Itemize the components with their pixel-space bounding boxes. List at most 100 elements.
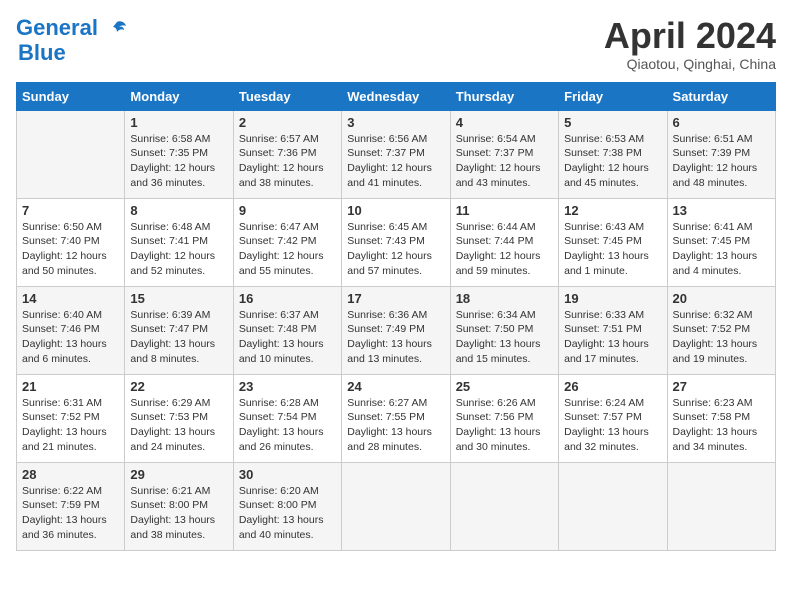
day-number: 9 [239,203,336,218]
logo-general: General [16,15,98,40]
day-number: 28 [22,467,119,482]
logo-blue-text: Blue [18,40,66,66]
week-row-5: 28 Sunrise: 6:22 AMSunset: 7:59 PMDayligh… [17,462,776,550]
day-number: 18 [456,291,553,306]
calendar-cell: 13 Sunrise: 6:41 AMSunset: 7:45 PMDayligh… [667,198,775,286]
logo: General Blue [16,16,128,66]
day-number: 7 [22,203,119,218]
calendar-cell: 19Sunrise: 6:33 AMSunset: 7:51 PMDayligh… [559,286,667,374]
month-title: April 2024 [604,16,776,56]
logo-text: General [16,16,128,40]
calendar-cell: 26Sunrise: 6:24 AMSunset: 7:57 PMDayligh… [559,374,667,462]
day-info: Sunrise: 6:36 AMSunset: 7:49 PMDaylight:… [347,308,444,367]
day-number: 15 [130,291,227,306]
day-info: Sunrise: 6:26 AMSunset: 7:56 PMDaylight:… [456,396,553,455]
day-info: Sunrise: 6:45 AMSunset: 7:43 PMDaylight:… [347,220,444,279]
day-info: Sunrise: 6:34 AMSunset: 7:50 PMDaylight:… [456,308,553,367]
calendar-cell: 5Sunrise: 6:53 AMSunset: 7:38 PMDaylight… [559,110,667,198]
day-info: Sunrise: 6:24 AMSunset: 7:57 PMDaylight:… [564,396,661,455]
day-info: Sunrise: 6:40 AMSunset: 7:46 PMDaylight:… [22,308,119,367]
day-info: Sunrise: 6:28 AMSunset: 7:54 PMDaylight:… [239,396,336,455]
calendar-cell: 8 Sunrise: 6:48 AMSunset: 7:41 PMDaylight… [125,198,233,286]
calendar-cell: 25 Sunrise: 6:26 AMSunset: 7:56 PMDayligh… [450,374,558,462]
day-info: Sunrise: 6:39 AMSunset: 7:47 PMDaylight:… [130,308,227,367]
calendar-cell: 20Sunrise: 6:32 AMSunset: 7:52 PMDayligh… [667,286,775,374]
day-number: 2 [239,115,336,130]
week-row-3: 14 Sunrise: 6:40 AMSunset: 7:46 PMDayligh… [17,286,776,374]
day-number: 12 [564,203,661,218]
day-info: Sunrise: 6:43 AMSunset: 7:45 PMDaylight:… [564,220,661,279]
calendar-cell [667,462,775,550]
day-info: Sunrise: 6:29 AMSunset: 7:53 PMDaylight:… [130,396,227,455]
calendar-cell: 3 Sunrise: 6:56 AMSunset: 7:37 PMDaylight… [342,110,450,198]
day-info: Sunrise: 6:32 AMSunset: 7:52 PMDaylight:… [673,308,770,367]
day-number: 17 [347,291,444,306]
day-number: 16 [239,291,336,306]
calendar-cell: 6 Sunrise: 6:51 AMSunset: 7:39 PMDaylight… [667,110,775,198]
day-number: 8 [130,203,227,218]
calendar-cell: 18 Sunrise: 6:34 AMSunset: 7:50 PMDayligh… [450,286,558,374]
day-info: Sunrise: 6:57 AMSunset: 7:36 PMDaylight:… [239,132,336,191]
day-info: Sunrise: 6:33 AMSunset: 7:51 PMDaylight:… [564,308,661,367]
day-info: Sunrise: 6:21 AMSunset: 8:00 PMDaylight:… [130,484,227,543]
day-info: Sunrise: 6:53 AMSunset: 7:38 PMDaylight:… [564,132,661,191]
calendar-cell [17,110,125,198]
day-number: 29 [130,467,227,482]
calendar-cell [450,462,558,550]
calendar-cell: 27Sunrise: 6:23 AMSunset: 7:58 PMDayligh… [667,374,775,462]
day-info: Sunrise: 6:47 AMSunset: 7:42 PMDaylight:… [239,220,336,279]
day-info: Sunrise: 6:41 AMSunset: 7:45 PMDaylight:… [673,220,770,279]
day-number: 22 [130,379,227,394]
calendar-cell: 29 Sunrise: 6:21 AMSunset: 8:00 PMDayligh… [125,462,233,550]
header-day-sunday: Sunday [17,82,125,110]
calendar-table: SundayMondayTuesdayWednesdayThursdayFrid… [16,82,776,551]
day-info: Sunrise: 6:48 AMSunset: 7:41 PMDaylight:… [130,220,227,279]
day-number: 14 [22,291,119,306]
calendar-cell: 2 Sunrise: 6:57 AMSunset: 7:36 PMDaylight… [233,110,341,198]
header-day-saturday: Saturday [667,82,775,110]
calendar-cell: 4 Sunrise: 6:54 AMSunset: 7:37 PMDaylight… [450,110,558,198]
calendar-cell [342,462,450,550]
logo-bird-icon [106,18,128,40]
header-row: SundayMondayTuesdayWednesdayThursdayFrid… [17,82,776,110]
calendar-cell: 1 Sunrise: 6:58 AMSunset: 7:35 PMDaylight… [125,110,233,198]
calendar-cell: 9 Sunrise: 6:47 AMSunset: 7:42 PMDaylight… [233,198,341,286]
header-day-thursday: Thursday [450,82,558,110]
page-header: General Blue April 2024 Qiaotou, Qinghai… [16,16,776,72]
day-number: 24 [347,379,444,394]
day-info: Sunrise: 6:58 AMSunset: 7:35 PMDaylight:… [130,132,227,191]
day-number: 23 [239,379,336,394]
day-info: Sunrise: 6:23 AMSunset: 7:58 PMDaylight:… [673,396,770,455]
day-number: 11 [456,203,553,218]
header-day-wednesday: Wednesday [342,82,450,110]
day-number: 6 [673,115,770,130]
day-info: Sunrise: 6:27 AMSunset: 7:55 PMDaylight:… [347,396,444,455]
day-info: Sunrise: 6:22 AMSunset: 7:59 PMDaylight:… [22,484,119,543]
calendar-cell: 12 Sunrise: 6:43 AMSunset: 7:45 PMDayligh… [559,198,667,286]
week-row-1: 1 Sunrise: 6:58 AMSunset: 7:35 PMDaylight… [17,110,776,198]
day-number: 1 [130,115,227,130]
calendar-cell: 17 Sunrise: 6:36 AMSunset: 7:49 PMDayligh… [342,286,450,374]
calendar-cell: 14 Sunrise: 6:40 AMSunset: 7:46 PMDayligh… [17,286,125,374]
header-day-friday: Friday [559,82,667,110]
day-number: 21 [22,379,119,394]
day-number: 13 [673,203,770,218]
day-info: Sunrise: 6:54 AMSunset: 7:37 PMDaylight:… [456,132,553,191]
calendar-cell: 22 Sunrise: 6:29 AMSunset: 7:53 PMDayligh… [125,374,233,462]
calendar-cell: 24 Sunrise: 6:27 AMSunset: 7:55 PMDayligh… [342,374,450,462]
title-area: April 2024 Qiaotou, Qinghai, China [604,16,776,72]
location: Qiaotou, Qinghai, China [604,56,776,72]
calendar-cell [559,462,667,550]
day-number: 30 [239,467,336,482]
calendar-cell: 15 Sunrise: 6:39 AMSunset: 7:47 PMDayligh… [125,286,233,374]
day-number: 4 [456,115,553,130]
day-number: 25 [456,379,553,394]
week-row-2: 7Sunrise: 6:50 AMSunset: 7:40 PMDaylight… [17,198,776,286]
day-info: Sunrise: 6:37 AMSunset: 7:48 PMDaylight:… [239,308,336,367]
day-number: 3 [347,115,444,130]
calendar-cell: 21Sunrise: 6:31 AMSunset: 7:52 PMDayligh… [17,374,125,462]
day-info: Sunrise: 6:51 AMSunset: 7:39 PMDaylight:… [673,132,770,191]
day-info: Sunrise: 6:56 AMSunset: 7:37 PMDaylight:… [347,132,444,191]
calendar-cell: 11Sunrise: 6:44 AMSunset: 7:44 PMDayligh… [450,198,558,286]
day-number: 10 [347,203,444,218]
